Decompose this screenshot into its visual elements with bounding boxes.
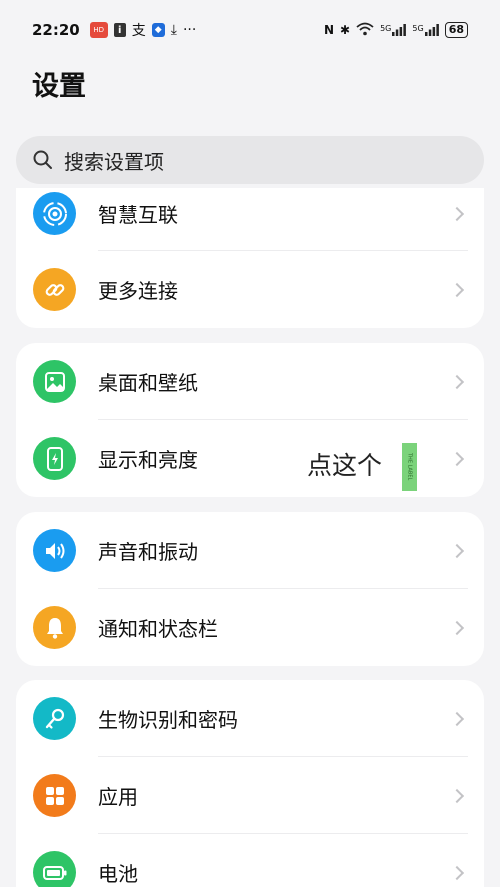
chevron-right-icon: [449, 451, 465, 466]
settings-item-label: 更多连接: [98, 279, 178, 303]
link-icon: [33, 268, 76, 311]
more-notifications-icon: ···: [182, 22, 197, 38]
chevron-right-icon: [449, 788, 465, 803]
search-icon: [33, 150, 52, 169]
settings-item-label: 通知和状态栏: [98, 617, 218, 641]
chevron-right-icon: [449, 711, 465, 726]
search-input[interactable]: 搜索设置项: [16, 136, 484, 184]
settings-item-more-connections[interactable]: 更多连接: [16, 251, 484, 328]
settings-item-label: 桌面和壁纸: [98, 371, 198, 395]
settings-item-biometrics-password[interactable]: 生物识别和密码: [16, 680, 484, 757]
smart-link-icon: [33, 192, 76, 235]
settings-item-sound-vibration[interactable]: 声音和振动: [16, 512, 484, 589]
status-bar: 22:20 HD i 支 ◆ ⤓ ··· N ✱ 5G 5G 68: [0, 0, 500, 60]
settings-item-label: 应用: [98, 785, 138, 809]
chevron-right-icon: [449, 543, 465, 558]
chevron-right-icon: [449, 865, 465, 880]
key-icon: [33, 697, 76, 740]
battery-indicator: 68: [444, 22, 468, 38]
status-time: 22:20: [32, 21, 80, 39]
signal-icon-2: 5G: [412, 24, 439, 36]
signal-icon: 5G: [380, 24, 407, 36]
bluetooth-icon: ✱: [340, 23, 351, 37]
battery-icon: [33, 851, 76, 887]
chevron-right-icon: [449, 374, 465, 389]
settings-item-label: 智慧互联: [98, 203, 178, 227]
hd-badge-icon: HD: [89, 22, 108, 38]
settings-group-system: 生物识别和密码 应用 电池: [16, 680, 484, 887]
annotation-text: 点这个: [307, 451, 383, 480]
settings-item-battery[interactable]: 电池: [16, 834, 484, 887]
label-marker-text: THE LABEL: [406, 453, 413, 481]
settings-item-label: 声音和振动: [98, 540, 198, 564]
bell-icon: [33, 606, 76, 649]
settings-group-connectivity: 智慧互联 更多连接: [16, 188, 484, 328]
settings-item-label: 生物识别和密码: [98, 708, 238, 732]
alipay-notification-icon: 支: [131, 23, 146, 39]
image-icon: [33, 360, 76, 403]
settings-item-apps[interactable]: 应用: [16, 757, 484, 834]
info-notification-icon: i: [113, 23, 126, 37]
settings-item-desktop-wallpaper[interactable]: 桌面和壁纸: [16, 343, 484, 420]
wifi-icon: [356, 22, 374, 39]
display-icon: [33, 437, 76, 480]
settings-item-smart-link[interactable]: 智慧互联: [16, 188, 484, 252]
page-title: 设置: [32, 71, 86, 102]
chevron-right-icon: [449, 206, 465, 221]
app-notification-icon: ◆: [151, 23, 165, 37]
chevron-right-icon: [449, 620, 465, 635]
settings-item-label: 电池: [98, 862, 138, 886]
download-icon: ⤓: [170, 22, 177, 38]
apps-icon: [33, 774, 76, 817]
settings-item-label: 显示和亮度: [98, 448, 198, 472]
search-placeholder: 搜索设置项: [64, 149, 164, 174]
chevron-right-icon: [449, 282, 465, 297]
speaker-icon: [33, 529, 76, 572]
label-marker: THE LABEL: [402, 443, 417, 491]
settings-group-sound: 声音和振动 通知和状态栏: [16, 512, 484, 666]
settings-item-notification-statusbar[interactable]: 通知和状态栏: [16, 589, 484, 666]
nfc-icon: N: [323, 23, 335, 37]
